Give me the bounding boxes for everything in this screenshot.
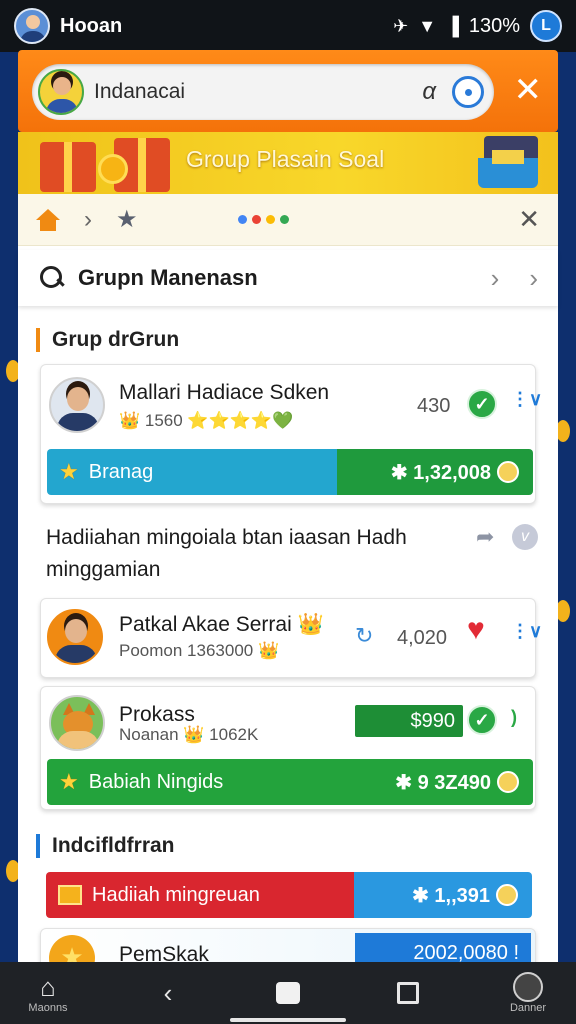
gesture-bar [230, 1018, 346, 1022]
star-icon: ★ [59, 769, 79, 794]
header: Indanacai α ✕ [18, 50, 558, 132]
back-button[interactable]: ‹ [138, 978, 198, 1008]
reward-bar-left: Hadiiah mingreuan [46, 872, 354, 918]
member-value: 4,020 [397, 627, 448, 649]
airplane-icon: ✈ [393, 15, 409, 36]
member-name: Patkal Akae Serrai 👑 [119, 613, 324, 636]
page-title-row[interactable]: Grupn Manenasn › › [18, 250, 558, 306]
page-title: Grupn Manenasn [78, 265, 258, 290]
refresh-icon[interactable]: ↻ [355, 623, 373, 649]
profile-icon [513, 972, 543, 1002]
home-icon[interactable] [36, 208, 60, 231]
close-icon[interactable]: ✕ [518, 204, 540, 235]
section-heading: Indcifldfrran [36, 834, 175, 858]
reward-label: Babiah Ningids [88, 770, 224, 793]
member-name: Prokass [119, 703, 195, 726]
search-input[interactable]: Indanacai [94, 80, 422, 104]
share-icon[interactable]: ➦ [476, 524, 494, 550]
home-pill-icon [276, 982, 300, 1004]
coin-icon [496, 884, 518, 906]
list-item[interactable]: Patkal Akae Serrai 👑 Poomon 1363000 👑 ↻ … [40, 598, 542, 678]
profile-label: Danner [509, 1002, 547, 1014]
wifi-icon: ▼ [418, 15, 437, 36]
promo-banner[interactable]: Group Plasain Soal [18, 132, 558, 194]
reward-bar-left: ★ Babiah Ningids [47, 759, 223, 805]
profile-tab[interactable]: Danner [498, 972, 558, 1014]
recents-icon [397, 982, 419, 1004]
battery-text: 130% [468, 14, 520, 37]
member-score: 👑 1560 ⭐⭐⭐⭐💚 [119, 411, 294, 430]
status-icons: ✈ ▼ ▐ 130% L [393, 10, 562, 42]
profile-avatar[interactable] [38, 69, 84, 115]
treasure-chest-icon [478, 136, 542, 190]
check-icon[interactable]: ✓ [467, 705, 497, 735]
info-text: Hadiiahan mingoiala btan iaasan Hadh min… [46, 526, 407, 581]
heart-icon[interactable]: ♥ [467, 613, 485, 647]
avatar [49, 377, 105, 433]
reward-bar[interactable]: ★ Branag ✱ 1,32,008 [47, 449, 533, 495]
close-icon[interactable]: ✕ [514, 70, 543, 110]
dots-icon [237, 215, 289, 224]
amount-badge: $990 [355, 705, 463, 737]
section-heading: Grup drGrun [36, 328, 179, 352]
reward-value: ✱ 9 3Z490 [395, 771, 491, 794]
chevron-right-icon[interactable]: › [491, 263, 500, 294]
main-panel: › ★ ✕ Grupn Manenasn › › Grup drGrun Mal… [18, 194, 558, 974]
star-icon[interactable]: ★ [116, 205, 138, 234]
reward-bar-right: ✱ 1,32,008 [337, 449, 533, 495]
back-icon: ‹ [163, 978, 173, 1008]
reward-bar[interactable]: ★ Babiah Ningids ✱ 9 3Z490 [47, 759, 533, 805]
chevron-right-icon[interactable]: › [84, 206, 92, 234]
coin-icon [98, 154, 128, 184]
recents-button[interactable] [378, 982, 438, 1004]
gift-ribbon [138, 138, 146, 192]
reward-bar-right: ✱ 1,,391 [354, 872, 532, 918]
status-bar: Hooan ✈ ▼ ▐ 130% L [0, 0, 576, 52]
reward-label: Hadiiah mingreuan [92, 883, 260, 906]
gift-box-icon [58, 885, 82, 905]
signal-bars-icon: ▐ [446, 15, 459, 36]
more-icon[interactable]: ⋮∨ [511, 621, 542, 642]
chevron-right-icon[interactable]: › [529, 263, 538, 294]
home-label: Maonns [28, 1002, 68, 1014]
home-icon: ⌂ [40, 972, 56, 1002]
list-item[interactable]: Mallari Hadiace Sdken 👑 1560 ⭐⭐⭐⭐💚 430 ✓… [40, 364, 542, 504]
avatar [49, 695, 105, 751]
arrow-icon[interactable]: ) [511, 707, 517, 728]
coin-icon [497, 771, 519, 793]
home-tab[interactable]: ⌂ Maonns [18, 972, 78, 1014]
avatar [47, 609, 103, 665]
coin-decoration [556, 420, 570, 442]
reward-label: Branag [88, 460, 154, 483]
more-icon[interactable]: ⋮∨ [511, 389, 542, 410]
star-icon: ★ [59, 459, 79, 484]
member-score: Noanan 👑 1062K [119, 725, 259, 744]
search-bar[interactable]: Indanacai α [32, 64, 494, 120]
account-circle-icon[interactable]: L [530, 10, 562, 42]
coin-decoration [556, 600, 570, 622]
reward-value: ✱ 1,32,008 [390, 461, 491, 484]
home-button[interactable] [258, 982, 318, 1004]
nav-row: › ★ ✕ [18, 194, 558, 246]
list-item[interactable]: Prokass Noanan 👑 1062K $990 ✓ ) ★ Babiah… [40, 686, 536, 810]
member-name: Mallari Hadiace Sdken [119, 381, 330, 404]
bottom-navigation: ⌂ Maonns ‹ Danner [0, 962, 576, 1024]
avatar[interactable] [14, 8, 50, 44]
app-title: Hooan [60, 14, 123, 37]
reward-bar-right: ✱ 9 3Z490 [223, 759, 533, 805]
check-icon[interactable]: ✓ [467, 389, 497, 419]
target-icon[interactable] [452, 76, 484, 108]
reward-bar-left: ★ Branag [47, 449, 337, 495]
member-score: Poomon 1363000 👑 [119, 641, 280, 660]
alpha-icon[interactable]: α [422, 78, 436, 106]
coin-icon [497, 461, 519, 483]
banner-title: Group Plasain Soal [186, 146, 385, 172]
reward-bar[interactable]: Hadiiah mingreuan ✱ 1,,391 [46, 872, 532, 918]
search-icon [38, 264, 66, 292]
reward-value: ✱ 1,,391 [412, 884, 490, 907]
info-icon[interactable]: v [512, 524, 538, 550]
member-value: 430 [417, 395, 451, 417]
gift-ribbon [64, 142, 72, 192]
